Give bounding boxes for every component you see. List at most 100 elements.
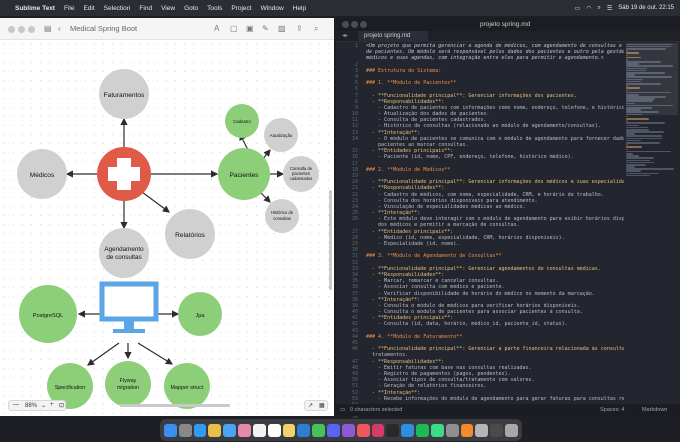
dock-docker-icon[interactable] bbox=[401, 423, 415, 437]
node-atualizacao[interactable]: Atualização bbox=[264, 118, 298, 152]
dock-settings-icon[interactable] bbox=[445, 423, 459, 437]
dock-mail-icon[interactable] bbox=[223, 423, 237, 437]
back-chevron-icon[interactable]: ‹ bbox=[58, 24, 61, 33]
node-consulta-pacientes[interactable]: Consulta de pacientes cadastrados bbox=[283, 156, 319, 192]
window-zoom-button[interactable] bbox=[28, 26, 35, 33]
search-icon[interactable]: ⌕ bbox=[598, 5, 601, 12]
hub-medical-cross[interactable] bbox=[97, 147, 151, 201]
zoom-out-button[interactable]: — bbox=[13, 402, 19, 408]
dock-music-icon[interactable] bbox=[356, 423, 370, 437]
share-icon[interactable]: ⇪ bbox=[296, 24, 303, 33]
fit-icon[interactable]: ⊡ bbox=[59, 402, 64, 409]
node-relatorios[interactable]: Relatórios bbox=[165, 209, 215, 259]
minimap-line bbox=[626, 174, 650, 177]
menu-project[interactable]: Project bbox=[231, 5, 251, 12]
dock-github-icon[interactable] bbox=[341, 423, 355, 437]
grid-tool-icon[interactable]: ▦ bbox=[319, 402, 325, 409]
dock-preview-icon[interactable] bbox=[475, 423, 489, 437]
control-center-icon[interactable]: ☰ bbox=[607, 5, 612, 12]
menu-file[interactable]: File bbox=[64, 5, 74, 12]
shape-tool-icon[interactable]: ▢ bbox=[230, 24, 238, 33]
menu-find[interactable]: Find bbox=[139, 5, 152, 12]
dock-chrome-icon[interactable] bbox=[208, 423, 222, 437]
diagram-titlebar: ▤ ‹ Medical Spring Boot A ▢ ▣ ✎ ▨ ⇪ ⌕ bbox=[0, 18, 334, 40]
node-pacientes[interactable]: Pacientes bbox=[218, 148, 270, 200]
menu-tools[interactable]: Tools bbox=[207, 5, 222, 12]
code-line[interactable]: - Histórico de consultas (relacionado ao… bbox=[362, 123, 624, 129]
editor-minimize-button[interactable] bbox=[351, 21, 358, 28]
dock-finder-icon[interactable] bbox=[164, 423, 177, 437]
menu-view[interactable]: View bbox=[161, 5, 175, 12]
node-postgresql[interactable]: PostgreSQL bbox=[19, 285, 77, 343]
connector-tool-icon[interactable]: ↗ bbox=[308, 402, 313, 409]
editor-close-button[interactable] bbox=[342, 21, 349, 28]
svg-text:Flyway: Flyway bbox=[120, 378, 137, 384]
monitor-icon[interactable] bbox=[99, 281, 159, 333]
wifi-icon[interactable]: ◠ bbox=[586, 5, 591, 12]
status-panel-icon[interactable]: ▭ bbox=[340, 407, 345, 413]
minimap-viewport[interactable] bbox=[626, 43, 678, 115]
status-spaces[interactable]: Spaces: 4 bbox=[600, 407, 624, 413]
dock-android-studio-icon[interactable] bbox=[430, 423, 444, 437]
menu-clock[interactable]: Sáb 19 de out. 22:15 bbox=[618, 5, 674, 11]
menu-window[interactable]: Window bbox=[261, 5, 284, 12]
dock-discord-icon[interactable] bbox=[327, 423, 340, 437]
dock-photos-icon[interactable] bbox=[238, 423, 251, 437]
window-close-button[interactable] bbox=[8, 26, 15, 33]
dock-sublime-icon[interactable] bbox=[460, 423, 474, 437]
dock-messages-icon[interactable] bbox=[312, 423, 326, 437]
minimap-line bbox=[626, 117, 649, 120]
battery-icon[interactable]: ▭ bbox=[575, 5, 581, 12]
image-tool-icon[interactable]: ▨ bbox=[278, 24, 286, 33]
menu-app-name[interactable]: Sublime Text bbox=[15, 5, 55, 12]
menu-edit[interactable]: Edit bbox=[83, 5, 94, 12]
code-line[interactable]: - Cadastro de médicos, com nome, especia… bbox=[362, 192, 624, 198]
dock-notion-icon[interactable] bbox=[267, 423, 281, 437]
media-tool-icon[interactable]: ▣ bbox=[246, 24, 254, 33]
dock-launchpad-icon[interactable] bbox=[178, 423, 192, 437]
minimap-line bbox=[626, 122, 665, 124]
menu-help[interactable]: Help bbox=[293, 5, 306, 12]
tab-nav-icon[interactable]: ◂▸ bbox=[342, 32, 348, 39]
dock-freeform-icon[interactable] bbox=[282, 423, 296, 437]
menu-goto[interactable]: Goto bbox=[184, 5, 198, 12]
dock-calendar-icon[interactable] bbox=[252, 423, 266, 437]
dock-terminal-icon[interactable] bbox=[386, 423, 400, 437]
node-faturamentos[interactable]: Faturamentos bbox=[99, 69, 149, 119]
code-line[interactable]: - Recebe informações do módulo de agenda… bbox=[362, 396, 624, 402]
menu-selection[interactable]: Selection bbox=[104, 5, 131, 12]
diagram-title: Medical Spring Boot bbox=[70, 24, 138, 33]
node-historico[interactable]: Histórico de consultas bbox=[265, 199, 299, 233]
node-flyway[interactable]: Flyway migration bbox=[105, 361, 151, 407]
text-tool-icon[interactable]: A bbox=[214, 24, 219, 33]
zoom-level[interactable]: 88% bbox=[25, 403, 37, 409]
zoom-in-button[interactable]: + bbox=[50, 402, 54, 408]
search-icon[interactable]: ⌕ bbox=[314, 24, 318, 34]
code-line[interactable]: médicos e suas agendas, com integração e… bbox=[362, 55, 624, 61]
status-syntax[interactable]: Markdown bbox=[642, 407, 667, 413]
dock-safari-icon[interactable] bbox=[193, 423, 207, 437]
editor-zoom-button[interactable] bbox=[360, 21, 367, 28]
pen-tool-icon[interactable]: ✎ bbox=[262, 24, 269, 33]
node-medicos[interactable]: Médicos bbox=[17, 149, 67, 199]
canvas-horizontal-scrollbar[interactable] bbox=[120, 404, 230, 407]
dock-intellij-icon[interactable] bbox=[371, 423, 385, 437]
canvas-vertical-scrollbar[interactable] bbox=[329, 190, 332, 290]
node-mapper-struct[interactable]: Mapper struct bbox=[164, 363, 210, 409]
diagram-canvas[interactable]: Faturamentos Médicos Relatórios Agendame… bbox=[0, 40, 334, 416]
node-agendamento[interactable]: Agendamento de consultas bbox=[99, 228, 149, 278]
tab-projeto-spring[interactable]: projeto spring.md bbox=[358, 31, 428, 42]
node-jpa[interactable]: Jpa bbox=[178, 292, 222, 336]
dock-vscode-icon[interactable] bbox=[297, 423, 311, 437]
dock-trash-icon[interactable] bbox=[505, 423, 518, 437]
zoom-control: — 88% ⌄ + ⊡ bbox=[8, 400, 66, 411]
zoom-dropdown-chevron-icon[interactable]: ⌄ bbox=[41, 402, 46, 409]
code-line[interactable]: - Verificar disponibilidade de horário d… bbox=[362, 291, 624, 297]
window-minimize-button[interactable] bbox=[18, 26, 25, 33]
node-faturamentos-label: Faturamentos bbox=[104, 92, 145, 99]
node-cadastro[interactable]: Cadastro bbox=[225, 104, 259, 138]
dock-finder-doc-icon[interactable] bbox=[490, 423, 504, 437]
dock-spotify-icon[interactable] bbox=[416, 423, 429, 437]
sidebar-toggle-icon[interactable]: ▤ bbox=[44, 24, 52, 33]
code-area[interactable]: <Um projeto que permita gerenciar a agen… bbox=[362, 43, 624, 402]
